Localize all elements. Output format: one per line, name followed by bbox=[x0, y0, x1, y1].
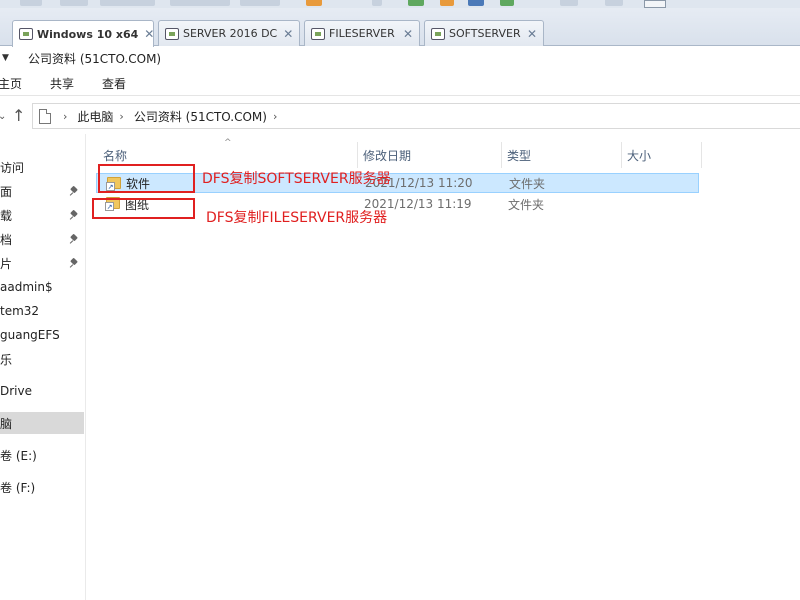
nav-item-label: tem32 bbox=[0, 304, 40, 318]
pin-icon bbox=[70, 259, 78, 268]
column-header-size[interactable]: 大小 bbox=[622, 142, 702, 168]
annotation-label: DFS复制FILESERVER服务器 bbox=[206, 210, 388, 226]
ribbon-tab-view[interactable]: 查看 bbox=[102, 75, 126, 92]
nav-item-volume-e[interactable]: 卷 (E:) bbox=[0, 444, 84, 466]
toolbar-button[interactable] bbox=[306, 0, 322, 6]
close-icon[interactable]: ✕ bbox=[527, 27, 537, 41]
chevron-right-icon[interactable]: › bbox=[273, 110, 277, 123]
vm-icon bbox=[165, 27, 179, 40]
vm-tab-label: SOFTSERVER bbox=[449, 27, 521, 40]
fullscreen-button[interactable] bbox=[644, 0, 666, 8]
nav-item-onedrive[interactable]: Drive bbox=[0, 380, 84, 402]
nav-item-label: 访问 bbox=[0, 160, 25, 175]
column-header-label: 名称 bbox=[103, 148, 128, 163]
nav-item-label: 片 bbox=[0, 256, 13, 271]
column-header-label: 修改日期 bbox=[363, 148, 412, 163]
annotation-box bbox=[98, 164, 195, 193]
nav-item-volume-f[interactable]: 卷 (F:) bbox=[0, 476, 84, 498]
column-header-type[interactable]: 类型 bbox=[502, 142, 622, 168]
navigation-pane: 访问 面 载 档 片 aadmin$ tem32 guangEFS 乐 Driv… bbox=[0, 134, 86, 600]
nav-item-efs[interactable]: guangEFS bbox=[0, 324, 84, 346]
nav-item-label: 乐 bbox=[0, 352, 13, 367]
close-icon[interactable]: ✕ bbox=[283, 27, 293, 41]
nav-item-this-pc[interactable]: 脑 bbox=[0, 412, 84, 434]
vm-icon bbox=[311, 27, 325, 40]
file-type: 文件夹 bbox=[508, 197, 545, 212]
nav-item-label: 档 bbox=[0, 232, 13, 247]
column-header-label: 大小 bbox=[627, 148, 652, 163]
vm-toolbar bbox=[0, 0, 800, 8]
vm-tab-windows10[interactable]: Windows 10 x64 ✕ bbox=[12, 20, 154, 47]
close-icon[interactable]: ✕ bbox=[403, 27, 413, 41]
recent-locations-icon[interactable]: ⌄ bbox=[0, 111, 6, 122]
explorer-title-bar: ▼ 公司资料 (51CTO.COM) bbox=[0, 46, 800, 70]
pin-icon bbox=[70, 235, 78, 244]
breadcrumb-this-pc[interactable]: 此电脑 bbox=[77, 108, 113, 125]
nav-item-label: 脑 bbox=[0, 416, 13, 431]
vm-tab-server2016[interactable]: SERVER 2016 DC ✕ bbox=[158, 20, 300, 46]
close-icon[interactable]: ✕ bbox=[144, 27, 154, 41]
chevron-right-icon[interactable]: › bbox=[63, 110, 67, 123]
nav-item-music[interactable]: 乐 bbox=[0, 348, 84, 370]
nav-item-label: 卷 (E:) bbox=[0, 448, 37, 463]
nav-item-label: guangEFS bbox=[0, 328, 60, 342]
chevron-right-icon[interactable]: › bbox=[119, 110, 123, 123]
vm-tabs: Windows 10 x64 ✕ SERVER 2016 DC ✕ FILESE… bbox=[0, 20, 800, 47]
ribbon-tab-home[interactable]: 主页 bbox=[0, 75, 22, 92]
toolbar-button[interactable] bbox=[240, 0, 280, 6]
annotation-box bbox=[92, 198, 195, 219]
toolbar-button[interactable] bbox=[408, 0, 424, 6]
pin-icon bbox=[70, 187, 78, 196]
toolbar-button[interactable] bbox=[560, 0, 578, 6]
location-icon bbox=[39, 108, 51, 124]
nav-item-label: 卷 (F:) bbox=[0, 480, 36, 495]
vm-tab-fileserver[interactable]: FILESERVER ✕ bbox=[304, 20, 420, 46]
vm-tab-label: FILESERVER bbox=[329, 27, 395, 40]
vm-tab-bar: Windows 10 x64 ✕ SERVER 2016 DC ✕ FILESE… bbox=[0, 0, 800, 47]
toolbar-button[interactable] bbox=[170, 0, 230, 6]
window-title: 公司资料 (51CTO.COM) bbox=[28, 51, 162, 66]
nav-item-admin-share[interactable]: aadmin$ bbox=[0, 276, 84, 298]
toolbar-button[interactable] bbox=[605, 0, 623, 6]
nav-item-quick-access[interactable]: 访问 bbox=[0, 156, 84, 178]
toolbar-button[interactable] bbox=[60, 0, 88, 6]
nav-item-label: 面 bbox=[0, 184, 13, 199]
nav-item-label: Drive bbox=[0, 384, 32, 398]
column-header-label: 类型 bbox=[507, 148, 532, 163]
annotation-label: DFS复制SOFTSERVER服务器 bbox=[202, 171, 391, 187]
nav-item-pictures[interactable]: 片 bbox=[0, 252, 84, 274]
vm-icon bbox=[431, 27, 445, 40]
vm-tab-label: Windows 10 x64 bbox=[37, 27, 139, 41]
vm-icon bbox=[19, 28, 33, 40]
file-type: 文件夹 bbox=[509, 176, 546, 191]
breadcrumb-share[interactable]: 公司资料 (51CTO.COM) bbox=[134, 108, 267, 125]
address-row: ⌄ ↑ › 此电脑 › 公司资料 (51CTO.COM) › bbox=[0, 100, 800, 134]
nav-item-documents[interactable]: 档 bbox=[0, 228, 84, 250]
toolbar-button[interactable] bbox=[100, 0, 155, 6]
ribbon: 主页 共享 查看 bbox=[0, 70, 800, 96]
toolbar-button[interactable] bbox=[372, 0, 382, 6]
ribbon-tab-share[interactable]: 共享 bbox=[50, 75, 74, 92]
up-arrow-icon[interactable]: ↑ bbox=[12, 106, 25, 125]
nav-item-downloads[interactable]: 载 bbox=[0, 204, 84, 226]
quick-access-dropdown-icon[interactable]: ▼ bbox=[2, 53, 9, 63]
address-bar[interactable]: › 此电脑 › 公司资料 (51CTO.COM) › bbox=[32, 103, 800, 129]
toolbar-button[interactable] bbox=[500, 0, 514, 6]
vm-tab-softserver[interactable]: SOFTSERVER ✕ bbox=[424, 20, 544, 46]
toolbar-button[interactable] bbox=[468, 0, 484, 6]
nav-item-label: aadmin$ bbox=[0, 280, 53, 294]
toolbar-button[interactable] bbox=[440, 0, 454, 6]
toolbar-button[interactable] bbox=[20, 0, 42, 6]
nav-item-system32[interactable]: tem32 bbox=[0, 300, 84, 322]
nav-item-desktop[interactable]: 面 bbox=[0, 180, 84, 202]
column-header-date[interactable]: 修改日期 bbox=[358, 142, 502, 168]
pin-icon bbox=[70, 211, 78, 220]
nav-item-label: 载 bbox=[0, 208, 13, 223]
vm-tab-label: SERVER 2016 DC bbox=[183, 27, 278, 40]
